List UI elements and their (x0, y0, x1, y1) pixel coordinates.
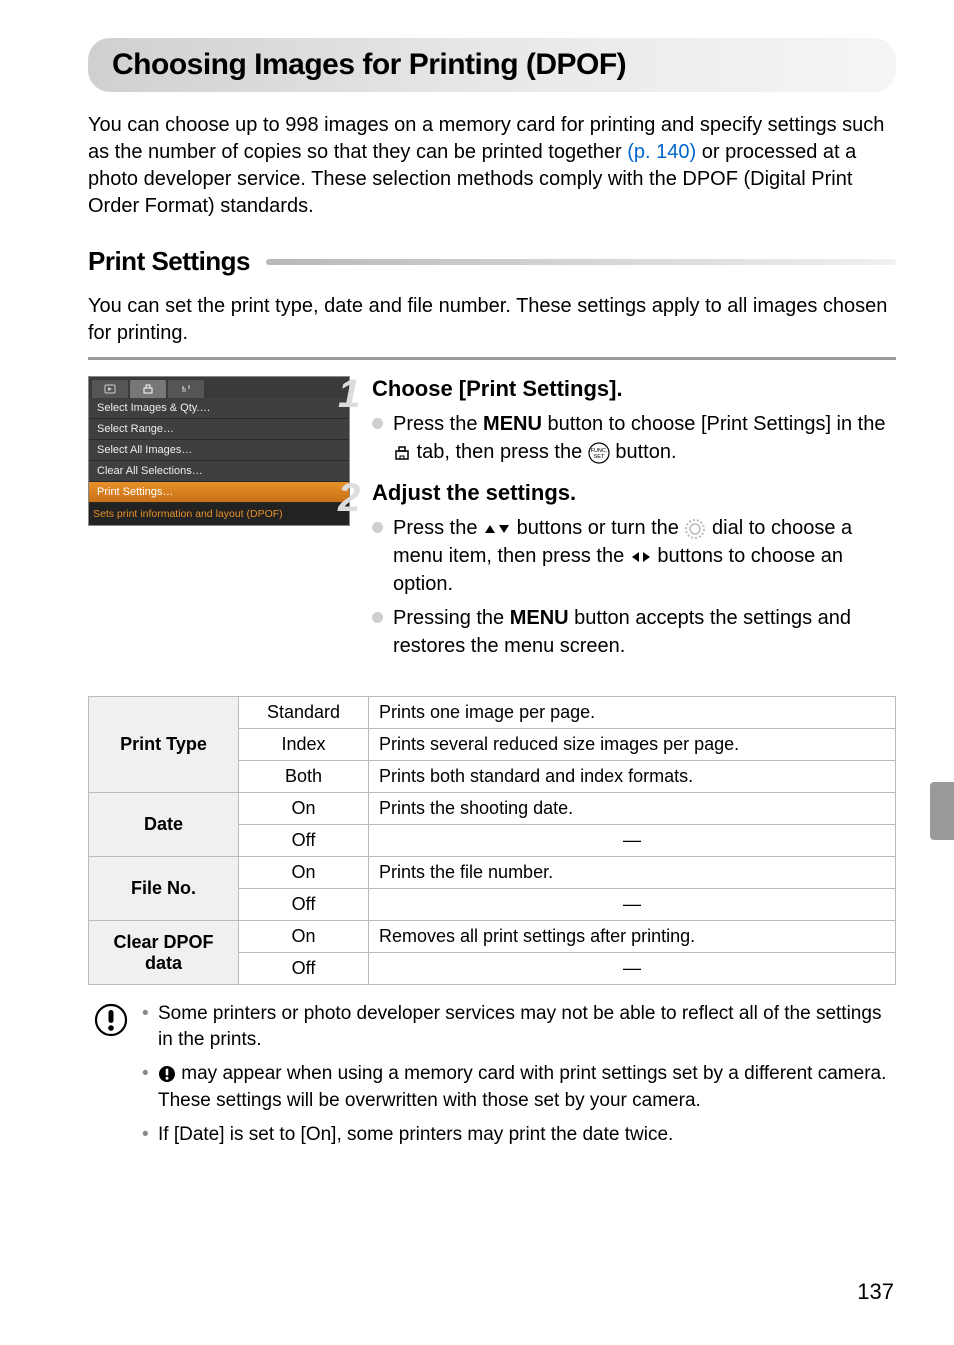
settings-table: Print Type Standard Prints one image per… (88, 696, 896, 985)
option-cell: Both (239, 761, 369, 793)
page-number: 137 (857, 1279, 894, 1305)
screenshot-tab-play (92, 380, 128, 398)
text: tab, then press the (411, 441, 588, 463)
caution-item: may appear when using a memory card with… (142, 1061, 890, 1113)
option-cell: On (239, 793, 369, 825)
step-title: Adjust the settings. (372, 480, 896, 506)
option-cell: On (239, 857, 369, 889)
desc-cell: Prints the shooting date. (369, 793, 896, 825)
caution-box: Some printers or photo developer service… (88, 1001, 896, 1156)
text: buttons or turn the (511, 517, 684, 539)
side-tab (930, 782, 954, 840)
screenshot-footer: Sets print information and layout (DPOF) (89, 503, 349, 525)
desc-cell: Removes all print settings after printin… (369, 921, 896, 953)
caution-list: Some printers or photo developer service… (142, 1001, 890, 1156)
steps-column: 1 Choose [Print Settings]. Press the MEN… (372, 376, 896, 674)
screenshot-tab-print (130, 380, 166, 398)
divider (88, 357, 896, 360)
row-head: Clear DPOF data (89, 921, 239, 985)
step-bullet: Pressing the MENU button accepts the set… (372, 604, 896, 660)
text: button to choose [Print Settings] in the (542, 413, 886, 435)
table-row: Clear DPOF data On Removes all print set… (89, 921, 896, 953)
bullet-icon (372, 522, 383, 533)
option-cell: Standard (239, 697, 369, 729)
page-ref-link[interactable]: (p. 140) (627, 141, 696, 163)
page-title: Choosing Images for Printing (DPOF) (88, 38, 896, 92)
text: If [Date] is set to [On], some printers … (158, 1124, 673, 1145)
desc-cell: — (369, 953, 896, 985)
bullet-text: Pressing the MENU button accepts the set… (393, 604, 896, 660)
left-right-arrows-icon (630, 550, 652, 564)
row-head: Print Type (89, 697, 239, 793)
caution-icon (94, 1003, 128, 1037)
option-cell: Off (239, 953, 369, 985)
option-cell: On (239, 921, 369, 953)
func-set-button-icon: FUNC.SET (588, 442, 610, 464)
table-row: File No. On Prints the file number. (89, 857, 896, 889)
step-number: 1 (338, 372, 360, 417)
bullet-icon (372, 418, 383, 429)
text: button. (610, 441, 677, 463)
row-head: File No. (89, 857, 239, 921)
screenshot-row-selected: Print Settings… (89, 482, 349, 503)
option-cell: Off (239, 825, 369, 857)
row-head: Date (89, 793, 239, 857)
screenshot-row: Clear All Selections… (89, 461, 349, 482)
step-number: 2 (338, 476, 360, 521)
bullet-text: Press the buttons or turn the dial to ch… (393, 514, 896, 598)
text: Press the (393, 517, 483, 539)
desc-cell: Prints one image per page. (369, 697, 896, 729)
step-1: 1 Choose [Print Settings]. Press the MEN… (372, 376, 896, 466)
menu-button-label: MENU (483, 413, 542, 435)
screenshot-row: Select Range… (89, 419, 349, 440)
text: Press the (393, 413, 483, 435)
screenshot-tabs (89, 377, 349, 398)
section-heading: Print Settings (88, 246, 896, 277)
desc-cell: — (369, 889, 896, 921)
step-title: Choose [Print Settings]. (372, 376, 896, 402)
table-row: Print Type Standard Prints one image per… (89, 697, 896, 729)
text: may appear when using a memory card with… (158, 1063, 886, 1110)
control-dial-icon (684, 518, 706, 540)
intro-paragraph: You can choose up to 998 images on a mem… (88, 112, 896, 220)
section-intro: You can set the print type, date and fil… (88, 293, 896, 347)
step-bullet: Press the MENU button to choose [Print S… (372, 410, 896, 466)
step-bullet: Press the buttons or turn the dial to ch… (372, 514, 896, 598)
table-row: Date On Prints the shooting date. (89, 793, 896, 825)
step-2: 2 Adjust the settings. Press the buttons… (372, 480, 896, 660)
desc-cell: Prints the file number. (369, 857, 896, 889)
up-down-arrows-icon (483, 522, 511, 536)
caution-item: If [Date] is set to [On], some printers … (142, 1122, 890, 1148)
option-cell: Off (239, 889, 369, 921)
step-area: Select Images & Qty.… Select Range… Sele… (88, 376, 896, 674)
bullet-icon (372, 612, 383, 623)
screenshot-row: Select Images & Qty.… (89, 398, 349, 419)
option-cell: Index (239, 729, 369, 761)
screenshot-tab-tools (168, 380, 204, 398)
caution-item: Some printers or photo developer service… (142, 1001, 890, 1053)
section-heading-text: Print Settings (88, 246, 250, 277)
bullet-text: Press the MENU button to choose [Print S… (393, 410, 896, 466)
desc-cell: — (369, 825, 896, 857)
menu-button-label: MENU (510, 607, 569, 629)
desc-cell: Prints several reduced size images per p… (369, 729, 896, 761)
camera-screenshot: Select Images & Qty.… Select Range… Sele… (88, 376, 350, 674)
text: Some printers or photo developer service… (158, 1003, 881, 1050)
desc-cell: Prints both standard and index formats. (369, 761, 896, 793)
text: Pressing the (393, 607, 510, 629)
print-tab-icon (393, 445, 411, 461)
screenshot-row: Select All Images… (89, 440, 349, 461)
exclamation-icon (158, 1065, 176, 1083)
svg-text:SET: SET (593, 454, 604, 460)
